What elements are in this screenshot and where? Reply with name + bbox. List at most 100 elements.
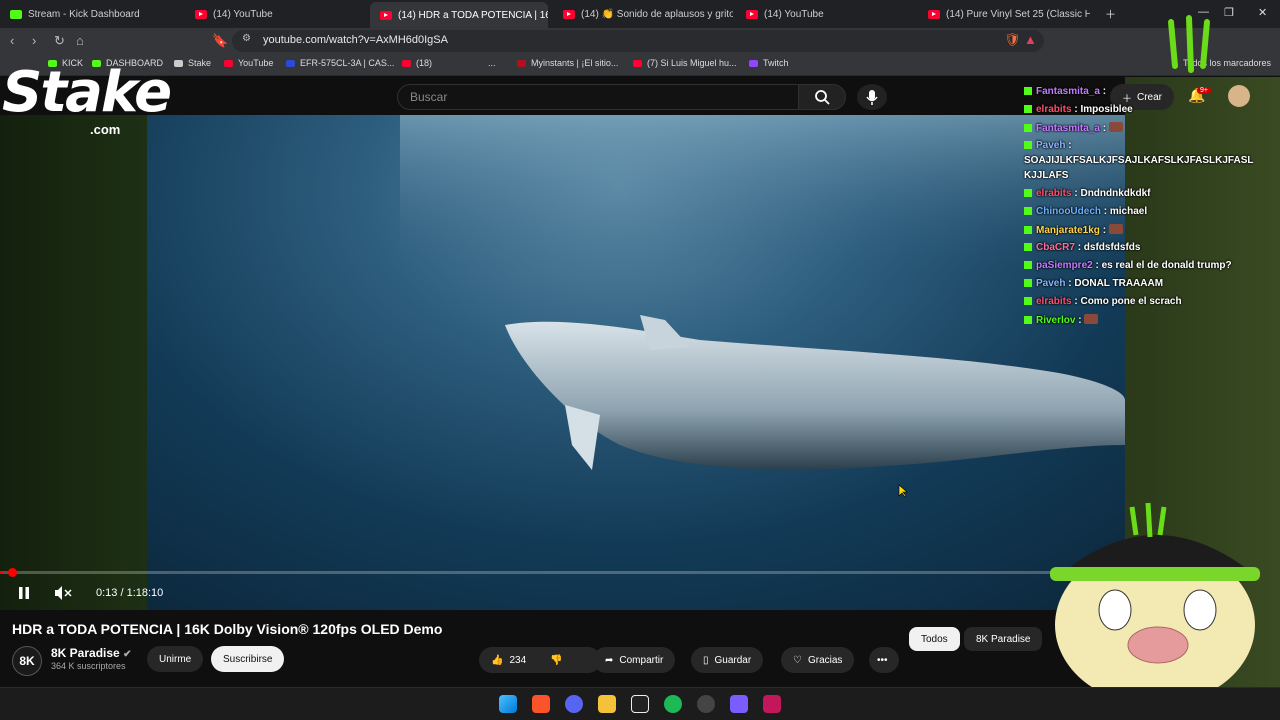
brave-browser-icon[interactable] <box>532 695 550 713</box>
new-tab-icon[interactable]: ＋ <box>1105 6 1116 22</box>
video-player[interactable] <box>0 115 1125 610</box>
bookmark-stake[interactable]: Stake <box>174 58 211 68</box>
bookmark-myinstants[interactable]: Myinstants | ¡El sitio... <box>517 58 618 68</box>
chat-message: Paveh : DONAL TRAAAAM <box>1024 278 1163 289</box>
thanks-heart-icon: ♡ <box>793 654 802 666</box>
close-window-icon[interactable]: ✕ <box>1258 6 1267 19</box>
pause-button[interactable] <box>17 586 31 605</box>
obs-icon[interactable] <box>631 695 649 713</box>
steam-icon[interactable] <box>697 695 715 713</box>
chat-message: Riverlov : <box>1024 314 1099 326</box>
cat-mascot-avatar <box>1040 485 1270 705</box>
casio-icon <box>286 59 295 67</box>
kick-badge-icon <box>1024 261 1032 269</box>
chip-todos[interactable]: Todos <box>909 627 960 651</box>
thanks-button[interactable]: ♡ Gracias <box>781 647 855 673</box>
user-avatar[interactable] <box>1228 85 1250 107</box>
chat-message: elrabits : Dndndnkdkdkf <box>1024 188 1150 199</box>
forward-icon[interactable]: › <box>32 33 36 48</box>
voice-search-button[interactable] <box>857 84 887 110</box>
twitch-icon <box>749 59 758 67</box>
url-text[interactable]: youtube.com/watch?v=AxMH6d0IgSA <box>263 34 448 46</box>
search-input[interactable]: Buscar <box>397 84 799 110</box>
create-icon: ＋ <box>1122 93 1132 105</box>
chat-message: Paveh : <box>1024 140 1072 151</box>
youtube-icon <box>195 9 207 19</box>
more-actions-button[interactable]: ••• <box>869 647 899 673</box>
dislike-button[interactable]: 👎 <box>550 655 562 666</box>
kick-badge-icon <box>1024 297 1032 305</box>
bookmark-18[interactable]: (18) <box>402 58 432 68</box>
youtube-icon <box>402 59 411 67</box>
muted-speaker-icon <box>55 586 72 600</box>
bookmark-twitch[interactable]: Twitch <box>749 58 789 68</box>
bookmark-save-icon: ▯ <box>703 654 709 666</box>
mute-button[interactable] <box>54 585 72 606</box>
subscribe-button[interactable]: Suscribirse <box>211 646 285 672</box>
site-info-icon[interactable]: ⚙ <box>242 33 251 44</box>
tab-aplausos[interactable]: (14) 👏 Sonido de aplausos y gritos <box>553 3 733 25</box>
discord-icon[interactable] <box>565 695 583 713</box>
video-progress-bar[interactable] <box>0 571 1125 574</box>
chat-message: elrabits : Como pone el scrach <box>1024 296 1182 307</box>
valorant-icon[interactable] <box>763 695 781 713</box>
tab-kick-dashboard[interactable]: Stream - Kick Dashboard <box>0 3 180 25</box>
bookmark-casio[interactable]: EFR-575CL-3A | CAS... <box>286 58 394 68</box>
video-time: 0:13 / 1:18:10 <box>96 587 164 599</box>
tab-hdr-active[interactable]: (14) HDR a TODA POTENCIA | 16✕ <box>370 2 548 28</box>
share-icon: ➦ <box>605 654 614 666</box>
channel-avatar[interactable]: 8K <box>12 646 42 676</box>
kick-badge-icon <box>1024 189 1032 197</box>
kick-badge-icon <box>1024 243 1032 251</box>
kick-badge-icon <box>1024 141 1032 149</box>
stream-background-left <box>0 115 147 610</box>
kick-badge-icon <box>1024 105 1032 113</box>
emote-icon <box>1108 122 1123 132</box>
chat-message: ChinooUdech : michael <box>1024 206 1147 217</box>
brave-rewards-icon[interactable]: ▲ <box>1024 32 1037 47</box>
like-button[interactable]: 👍 234 <box>491 655 526 666</box>
join-button[interactable]: Unirme <box>147 646 204 672</box>
bookmark-luis-miguel[interactable]: (7) Si Luis Miguel hu... <box>633 58 737 68</box>
share-button[interactable]: ➦ Compartir <box>593 647 676 673</box>
stake-logo: Stake <box>2 60 172 125</box>
verified-icon: ✔ <box>123 649 132 660</box>
bookmark-icon[interactable]: 🔖 <box>212 33 228 49</box>
chip-8k-paradise[interactable]: 8K Paradise <box>964 627 1043 651</box>
monster-energy-logo-icon <box>1163 14 1219 79</box>
reload-icon[interactable]: ↻ <box>54 33 65 49</box>
stake-icon <box>174 59 183 67</box>
progress-scrubber[interactable] <box>8 568 17 577</box>
chat-message-text: SOAJIJLKFSALKJFSAJLKAFSLKJFASLKJFASL <box>1024 155 1254 166</box>
chat-message-text: KJJLAFS <box>1024 170 1069 181</box>
mouse-cursor-icon <box>898 484 908 503</box>
spotify-icon[interactable] <box>664 695 682 713</box>
bookmark-more[interactable]: ... <box>488 58 496 68</box>
subscriber-count: 364 K suscriptores <box>51 661 126 671</box>
brave-shield-icon[interactable]: 🛡 <box>1004 32 1021 48</box>
browser-tab-strip: Stream - Kick Dashboard (14) YouTube (14… <box>0 0 1280 28</box>
channel-name[interactable]: 8K Paradise ✔ <box>51 646 131 660</box>
search-button[interactable] <box>798 84 846 110</box>
kick-badge-icon <box>1024 226 1032 234</box>
file-explorer-icon[interactable] <box>598 695 616 713</box>
tab-youtube-2[interactable]: (14) YouTube <box>736 3 916 25</box>
kick-badge-icon <box>1024 279 1032 287</box>
back-icon[interactable]: ‹ <box>10 33 14 48</box>
home-icon[interactable]: ⌂ <box>76 33 84 48</box>
tab-pure-vinyl[interactable]: (14) Pure Vinyl Set 25 (Classic Ho <box>918 3 1090 25</box>
tab-youtube-1[interactable]: (14) YouTube <box>185 3 365 25</box>
youtube-icon <box>563 9 575 19</box>
bookmark-youtube[interactable]: YouTube <box>224 58 273 68</box>
more-icon: ••• <box>877 654 888 666</box>
pause-icon <box>19 587 29 599</box>
youtube-icon <box>224 59 233 67</box>
windows-start-icon[interactable] <box>499 695 517 713</box>
chat-message: paSiempre2 : es real el de donald trump? <box>1024 260 1232 271</box>
restore-icon[interactable]: ❐ <box>1224 6 1234 19</box>
progress-fill <box>0 571 4 574</box>
save-button[interactable]: ▯ Guardar <box>691 647 764 673</box>
kick-badge-icon <box>1024 207 1032 215</box>
youtube-icon <box>928 9 940 19</box>
app-grid-icon[interactable] <box>730 695 748 713</box>
